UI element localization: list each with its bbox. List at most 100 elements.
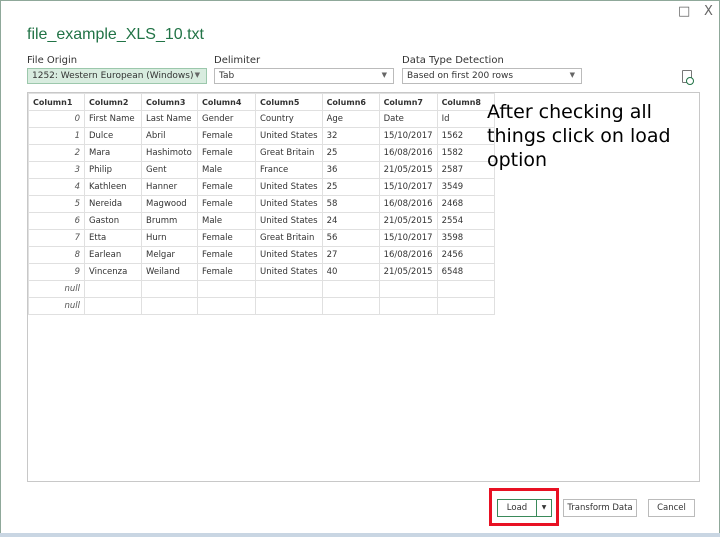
table-cell [436,280,495,298]
column-header[interactable]: Column2 [84,93,142,111]
table-cell: Male [197,212,256,230]
chevron-down-icon: ▼ [381,71,387,79]
table-cell [255,280,323,298]
column-header[interactable]: Column7 [378,93,438,111]
table-cell: Etta [84,229,142,247]
table-cell: Age [321,110,380,128]
table-cell [436,297,495,315]
table-cell: 2554 [436,212,495,230]
table-cell [378,297,438,315]
table-row: 1 Dulce Abril Female United States 32 15/10/20… [28,127,495,145]
table-cell: Magwood [141,195,198,213]
annotation-text: After checking all things click on load … [487,101,671,171]
column-header[interactable]: Column4 [197,93,256,111]
table-cell: Dulce [84,127,142,145]
row-index: 0 [28,110,85,128]
table-cell: Female [197,127,256,145]
table-cell [141,280,198,298]
table-cell: 3549 [436,178,495,196]
table-cell: Great Britain [255,229,323,247]
table-cell: Female [197,144,256,162]
table-cell: 2456 [436,246,495,264]
chevron-down-icon: ▼ [194,71,200,79]
refresh-icon[interactable] [682,70,694,85]
table-cell: Nereida [84,195,142,213]
table-row: null [28,297,495,315]
column-header[interactable]: Column3 [141,93,198,111]
table-cell: Male [197,161,256,179]
delimiter-select[interactable]: Tab ▼ [214,68,394,84]
delimiter-value: Tab [219,71,235,81]
table-cell: 21/05/2015 [378,263,438,281]
table-cell: United States [255,127,323,145]
maximize-icon[interactable]: □ [678,4,690,19]
row-index: 5 [28,195,85,213]
table-cell [84,280,142,298]
table-cell: Last Name [141,110,198,128]
transform-data-button[interactable]: Transform Data [563,499,637,517]
column-header[interactable]: Column5 [255,93,323,111]
table-cell: Philip [84,161,142,179]
table-cell: Vincenza [84,263,142,281]
table-cell: 16/08/2016 [378,246,438,264]
preview-table: Column1 Column2 Column3 Column4 Column5 Colum… [28,93,495,315]
table-cell: Weiland [141,263,198,281]
detection-select[interactable]: Based on first 200 rows ▼ [402,68,582,84]
table-cell: Female [197,229,256,247]
close-icon[interactable]: X [704,4,713,19]
table-cell: United States [255,212,323,230]
table-cell: 16/08/2016 [378,144,438,162]
table-cell: Gent [141,161,198,179]
load-button[interactable]: Load [497,499,537,517]
table-row: 5 Nereida Magwood Female United States 58 16/0… [28,195,495,213]
table-row: 2 Mara Hashimoto Female Great Britain 25 16/08… [28,144,495,162]
table-cell [197,297,256,315]
table-cell: Female [197,263,256,281]
table-cell: Date [378,110,438,128]
table-row: 0 First Name Last Name Gender Country Age Date… [28,110,495,128]
row-index: 1 [28,127,85,145]
table-row: 8 Earlean Melgar Female United States 27 16/08… [28,246,495,264]
table-cell: Mara [84,144,142,162]
file-origin-value: 1252: Western European (Windows) [32,71,194,81]
table-cell: 40 [321,263,380,281]
table-cell: 21/05/2015 [378,161,438,179]
table-cell: United States [255,178,323,196]
table-row: 4 Kathleen Hanner Female United States 25 15/1… [28,178,495,196]
cancel-button[interactable]: Cancel [648,499,695,517]
table-cell: Brumm [141,212,198,230]
table-cell: United States [255,246,323,264]
table-cell: United States [255,195,323,213]
table-cell: France [255,161,323,179]
file-origin-label: File Origin [27,55,78,66]
table-cell: 24 [321,212,380,230]
row-index: 7 [28,229,85,247]
table-cell: 58 [321,195,380,213]
row-index: null [28,280,85,298]
column-header[interactable]: Column1 [28,93,85,111]
chevron-down-icon: ▼ [569,71,575,79]
table-cell: 1562 [436,127,495,145]
column-header[interactable]: Column8 [436,93,495,111]
row-index: 9 [28,263,85,281]
table-cell: United States [255,263,323,281]
table-cell: 25 [321,178,380,196]
file-origin-select[interactable]: 1252: Western European (Windows) ▼ [27,68,207,84]
table-cell: Great Britain [255,144,323,162]
table-cell [84,297,142,315]
column-header[interactable]: Column6 [321,93,380,111]
row-index: null [28,297,85,315]
table-cell: Earlean [84,246,142,264]
table-cell [141,297,198,315]
row-index: 4 [28,178,85,196]
table-cell: 36 [321,161,380,179]
table-cell [378,280,438,298]
table-cell: Female [197,178,256,196]
row-index: 2 [28,144,85,162]
row-index: 6 [28,212,85,230]
load-dropdown-button[interactable]: ▼ [536,499,552,517]
table-cell: 2587 [436,161,495,179]
detection-label: Data Type Detection [402,55,504,66]
table-row: 3 Philip Gent Male France 36 21/05/2015 2587 [28,161,495,179]
table-cell: Female [197,246,256,264]
